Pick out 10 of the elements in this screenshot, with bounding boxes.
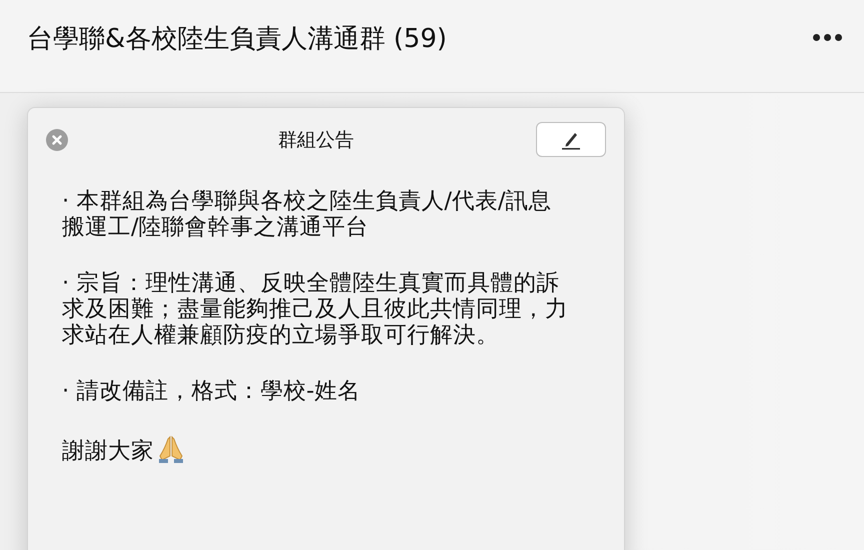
announcement-paragraph: · 請改備註，格式：學校-姓名 [62,378,362,404]
thanks-text: 謝謝大家 [62,438,154,464]
close-button[interactable] [46,128,68,150]
group-title: 台學聯&各校陸生負責人溝通群 (59) [27,23,447,56]
edit-button[interactable] [536,122,606,157]
panel-title: 群組公告 [277,128,355,152]
praying-hands-icon [156,434,186,464]
close-icon [52,134,62,144]
announcement-paragraph: · 本群組為台學聯與各校之陸生負責人/代表/訊息搬運工/陸聯會幹事之溝通平台 [62,188,552,240]
announcement-paragraph: · 宗旨：理性溝通、反映全體陸生真實而具體的訴求及困難；盡量能夠推己及人且彼此共情同理，力求站在人權兼顧防疫的立場爭取可行解決。 [62,270,569,348]
